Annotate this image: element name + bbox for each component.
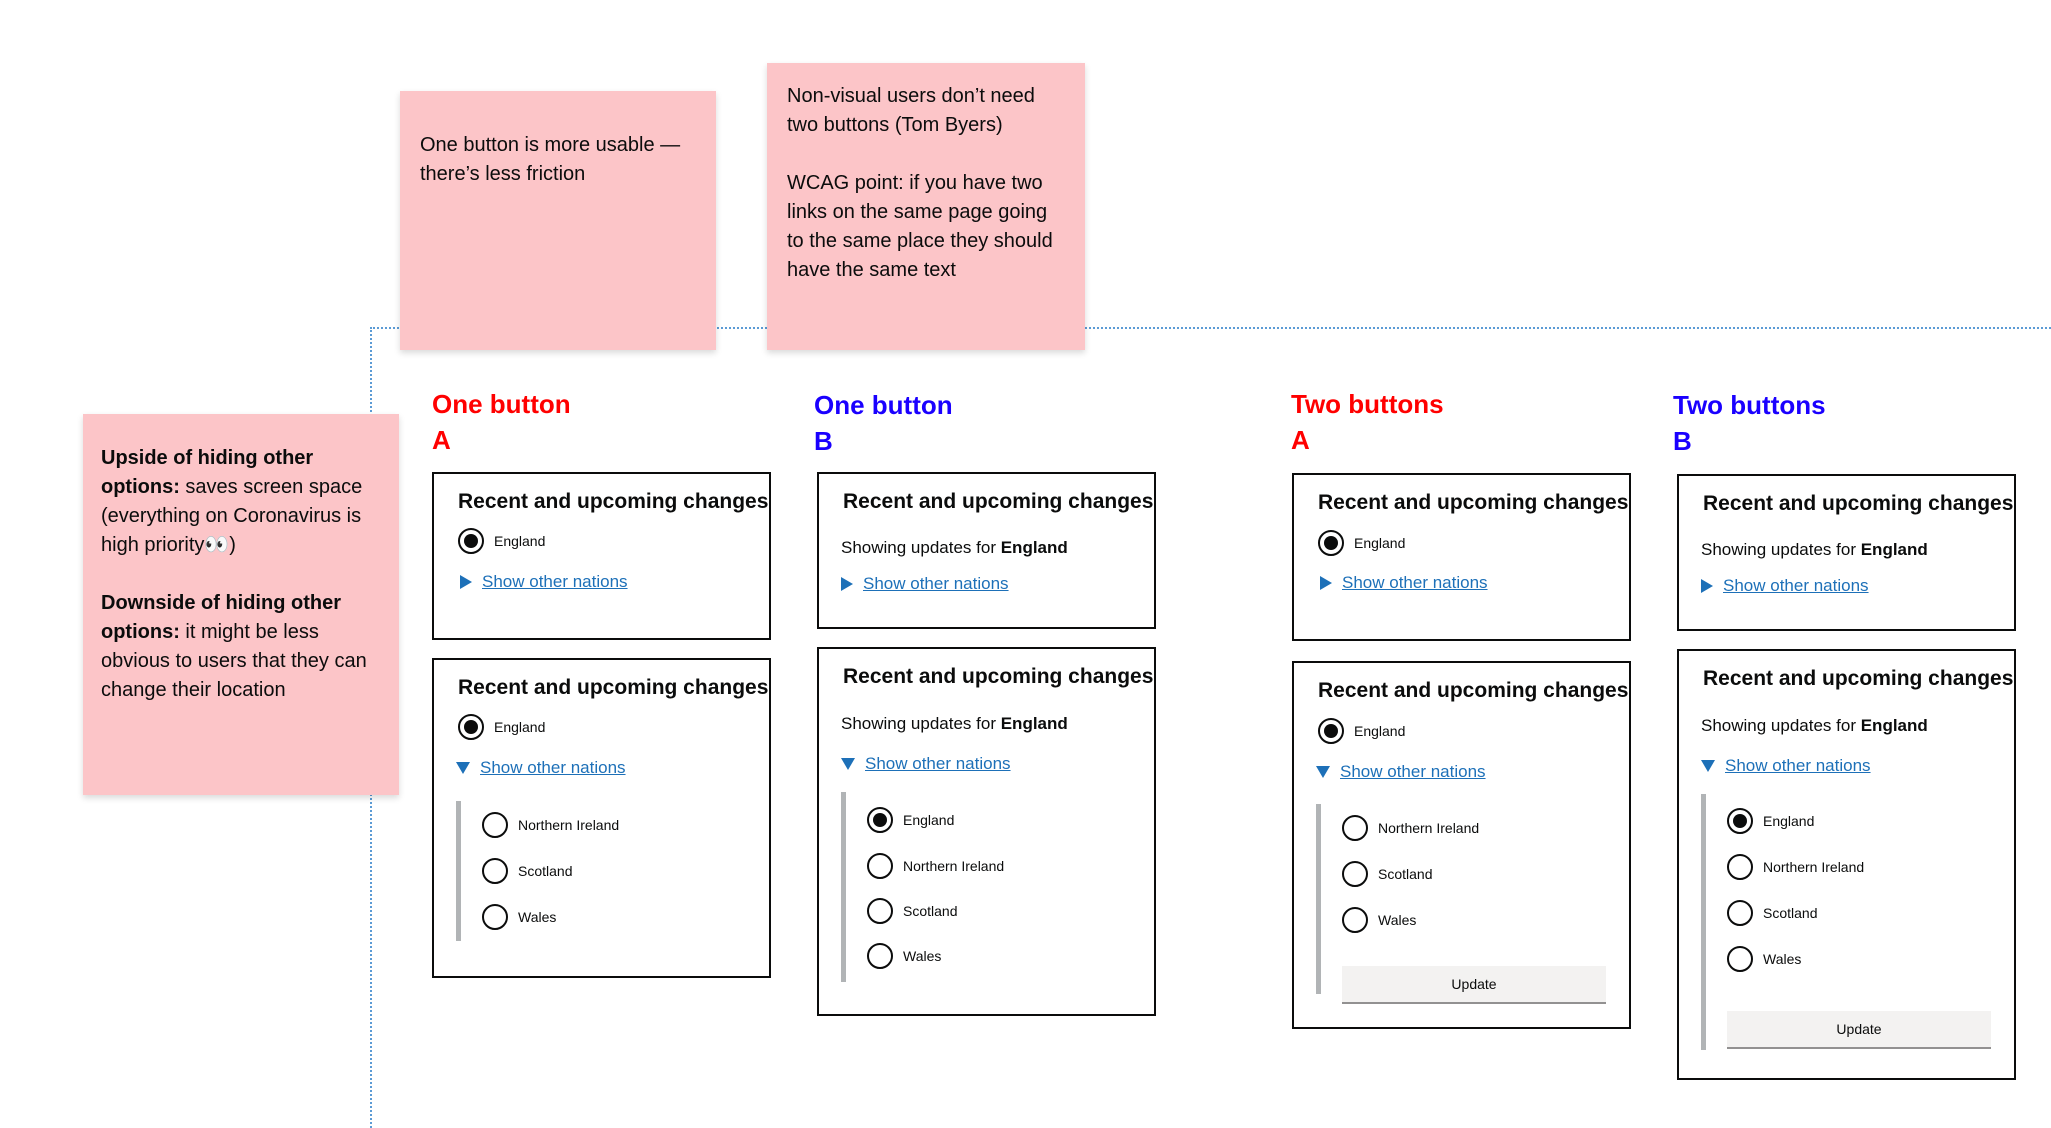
radio-wales[interactable]: Wales — [1727, 946, 1801, 972]
radio-unselected-icon — [867, 898, 893, 924]
radio-unselected-icon — [1727, 946, 1753, 972]
showing-updates-text: Showing updates for England — [841, 538, 1068, 557]
column-title-one-button-a: One button A — [432, 389, 571, 455]
details-inset-bar — [1701, 794, 1706, 1050]
showing-updates-text: Showing updates for England — [1701, 716, 1928, 735]
radio-selected-icon — [458, 714, 484, 740]
radio-england[interactable]: England — [867, 807, 954, 833]
component-heading: Recent and upcoming changes — [1703, 492, 2014, 515]
radio-northern-ireland[interactable]: Northern Ireland — [482, 812, 619, 838]
radio-unselected-icon — [1727, 854, 1753, 880]
radio-selected-icon — [1318, 530, 1344, 556]
upside-note: Upside of hiding other options: saves sc… — [101, 447, 363, 556]
radio-unselected-icon — [482, 904, 508, 930]
component-heading: Recent and upcoming changes — [843, 665, 1154, 688]
component-collapsed-two-buttons-b: Recent and upcoming changes Showing upda… — [1677, 474, 2016, 631]
sticky-note-non-visual-users: Non-visual users don’t need two buttons … — [767, 63, 1085, 350]
radio-scotland[interactable]: Scotland — [867, 898, 957, 924]
details-inset-bar — [841, 792, 846, 982]
radio-unselected-icon — [482, 858, 508, 884]
triangle-right-icon — [460, 575, 472, 589]
show-other-nations-toggle[interactable]: Show other nations — [1320, 573, 1488, 593]
radio-scotland[interactable]: Scotland — [1727, 900, 1817, 926]
radio-northern-ireland[interactable]: Northern Ireland — [1727, 854, 1864, 880]
component-heading: Recent and upcoming changes — [1318, 679, 1629, 702]
radio-unselected-icon — [867, 853, 893, 879]
column-title-one-button-b: One button B — [814, 390, 953, 456]
component-expanded-one-button-b: Recent and upcoming changes Showing upda… — [817, 647, 1156, 1016]
triangle-right-icon — [1701, 579, 1713, 593]
column-title-two-buttons-a: Two buttons A — [1291, 389, 1444, 455]
component-heading: Recent and upcoming changes — [1703, 667, 2014, 690]
triangle-right-icon — [1320, 576, 1332, 590]
radio-wales[interactable]: Wales — [1342, 907, 1416, 933]
radio-wales[interactable]: Wales — [867, 943, 941, 969]
component-collapsed-two-buttons-a: Recent and upcoming changes England Show… — [1292, 473, 1631, 641]
show-other-nations-toggle[interactable]: Show other nations — [456, 758, 626, 778]
triangle-down-icon — [841, 758, 855, 770]
component-heading: Recent and upcoming changes — [1318, 491, 1629, 514]
column-title-two-buttons-b: Two buttons B — [1673, 390, 1826, 456]
radio-scotland[interactable]: Scotland — [1342, 861, 1432, 887]
radio-unselected-icon — [482, 812, 508, 838]
radio-northern-ireland[interactable]: Northern Ireland — [1342, 815, 1479, 841]
radio-england[interactable]: England — [1318, 718, 1405, 744]
show-other-nations-toggle[interactable]: Show other nations — [1316, 762, 1486, 782]
component-heading: Recent and upcoming changes — [843, 490, 1154, 513]
showing-updates-text: Showing updates for England — [1701, 540, 1928, 559]
component-expanded-one-button-a: Recent and upcoming changes England Show… — [432, 658, 771, 978]
sticky-note-upside-downside: Upside of hiding other options: saves sc… — [83, 414, 399, 795]
component-expanded-two-buttons-b: Recent and upcoming changes Showing upda… — [1677, 649, 2016, 1080]
radio-england[interactable]: England — [458, 714, 545, 740]
radio-selected-icon — [1727, 808, 1753, 834]
radio-england[interactable]: England — [1318, 530, 1405, 556]
radio-selected-icon — [458, 528, 484, 554]
update-button[interactable]: Update — [1727, 1011, 1991, 1049]
radio-unselected-icon — [1342, 907, 1368, 933]
details-inset-bar — [1316, 804, 1321, 994]
triangle-down-icon — [1701, 760, 1715, 772]
radio-selected-icon — [867, 807, 893, 833]
downside-note: Downside of hiding other options: it mig… — [101, 592, 367, 701]
update-button[interactable]: Update — [1342, 966, 1606, 1004]
show-other-nations-toggle[interactable]: Show other nations — [841, 574, 1009, 594]
radio-northern-ireland[interactable]: Northern Ireland — [867, 853, 1004, 879]
show-other-nations-toggle[interactable]: Show other nations — [1701, 756, 1871, 776]
component-collapsed-one-button-a: Recent and upcoming changes England Show… — [432, 472, 771, 640]
component-collapsed-one-button-b: Recent and upcoming changes Showing upda… — [817, 472, 1156, 629]
details-inset-bar — [456, 801, 461, 941]
radio-unselected-icon — [867, 943, 893, 969]
component-heading: Recent and upcoming changes — [458, 676, 769, 699]
show-other-nations-toggle[interactable]: Show other nations — [1701, 576, 1869, 596]
component-heading: Recent and upcoming changes — [458, 490, 769, 513]
triangle-right-icon — [841, 577, 853, 591]
component-expanded-two-buttons-a: Recent and upcoming changes England Show… — [1292, 661, 1631, 1029]
radio-england[interactable]: England — [458, 528, 545, 554]
radio-wales[interactable]: Wales — [482, 904, 556, 930]
triangle-down-icon — [456, 762, 470, 774]
radio-unselected-icon — [1727, 900, 1753, 926]
show-other-nations-toggle[interactable]: Show other nations — [841, 754, 1011, 774]
radio-england[interactable]: England — [1727, 808, 1814, 834]
radio-unselected-icon — [1342, 815, 1368, 841]
showing-updates-text: Showing updates for England — [841, 714, 1068, 733]
show-other-nations-toggle[interactable]: Show other nations — [460, 572, 628, 592]
radio-unselected-icon — [1342, 861, 1368, 887]
triangle-down-icon — [1316, 766, 1330, 778]
radio-scotland[interactable]: Scotland — [482, 858, 572, 884]
sticky-note-one-button-usable: One button is more usable — there’s less… — [400, 91, 716, 350]
radio-selected-icon — [1318, 718, 1344, 744]
